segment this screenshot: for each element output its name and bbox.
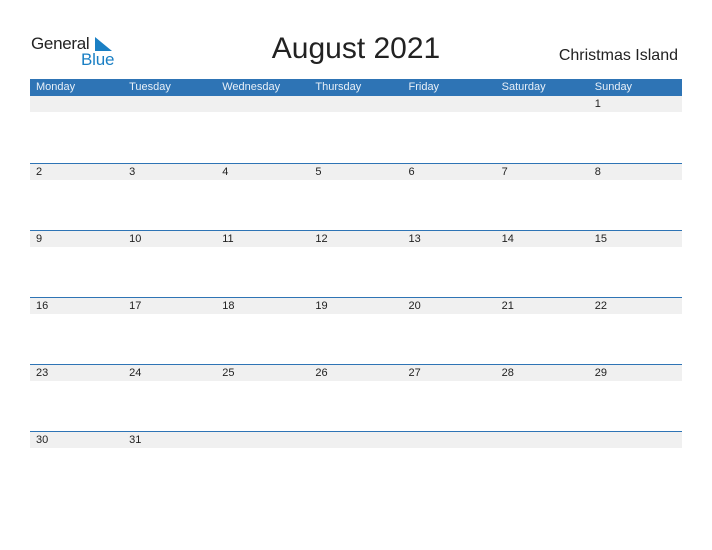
day-cell: 18 [222, 300, 235, 312]
day-cell: 16 [36, 300, 49, 312]
day-cell: 1 [594, 98, 601, 110]
day-cell [309, 432, 402, 448]
day-cell [30, 96, 123, 112]
day-cell: 2 [36, 166, 43, 178]
day-cell [216, 96, 309, 112]
date-strip: 23 24 25 26 27 28 29 [30, 365, 682, 381]
day-cell: 12 [315, 233, 328, 245]
day-cell [589, 432, 682, 448]
weekday-wednesday: Wednesday [222, 81, 281, 93]
day-cell: 26 [315, 367, 328, 379]
day-cell: 17 [129, 300, 142, 312]
day-cell: 25 [222, 367, 235, 379]
date-strip: 16 17 18 19 20 21 22 [30, 298, 682, 314]
day-cell: 21 [501, 300, 514, 312]
weekday-thursday: Thursday [315, 81, 362, 93]
weekday-tuesday: Tuesday [129, 81, 171, 93]
weekday-monday: Monday [36, 81, 76, 93]
weekday-friday: Friday [408, 81, 440, 93]
day-cell: 20 [408, 300, 421, 312]
day-cell [496, 96, 589, 112]
day-cell: 19 [315, 300, 328, 312]
week-row: 2 3 4 5 6 7 8 [30, 163, 682, 230]
calendar-grid: Monday Tuesday Wednesday Thursday Friday… [30, 79, 682, 498]
day-cell: 24 [129, 367, 142, 379]
date-strip: 2 3 4 5 6 7 8 [30, 164, 682, 180]
day-cell [496, 432, 589, 448]
day-cell: 4 [222, 166, 229, 178]
week-row: 23 24 25 26 27 28 29 [30, 364, 682, 431]
day-cell: 30 [36, 434, 49, 446]
day-cell: 27 [408, 367, 421, 379]
day-cell: 6 [408, 166, 415, 178]
day-cell: 9 [36, 233, 43, 245]
week-row: 1 [30, 96, 682, 163]
date-strip: 30 31 [30, 432, 682, 448]
weekday-sunday: Sunday [594, 81, 633, 93]
date-strip: 9 10 11 12 13 14 15 [30, 231, 682, 247]
date-strip: 1 [30, 96, 682, 112]
day-cell: 13 [408, 233, 421, 245]
weekday-saturday: Saturday [501, 81, 546, 93]
day-cell: 11 [222, 233, 234, 245]
week-row: 30 31 [30, 431, 682, 498]
country-label: Christmas Island [558, 47, 678, 64]
day-cell: 29 [594, 367, 607, 379]
day-cell: 14 [501, 233, 514, 245]
day-cell: 22 [594, 300, 607, 312]
day-cell: 15 [594, 233, 607, 245]
week-row: 16 17 18 19 20 21 22 [30, 297, 682, 364]
day-cell [216, 432, 309, 448]
day-cell [309, 96, 402, 112]
day-cell [123, 96, 216, 112]
day-cell: 10 [129, 233, 142, 245]
week-row: 9 10 11 12 13 14 15 [30, 230, 682, 297]
day-cell: 5 [315, 166, 322, 178]
day-cell: 8 [594, 166, 601, 178]
day-cell: 7 [501, 166, 508, 178]
weekday-header: Monday Tuesday Wednesday Thursday Friday… [30, 79, 682, 96]
day-cell [403, 432, 496, 448]
day-cell: 23 [36, 367, 49, 379]
day-cell [403, 96, 496, 112]
day-cell: 28 [501, 367, 514, 379]
day-cell: 3 [129, 166, 136, 178]
day-cell: 31 [129, 434, 142, 446]
